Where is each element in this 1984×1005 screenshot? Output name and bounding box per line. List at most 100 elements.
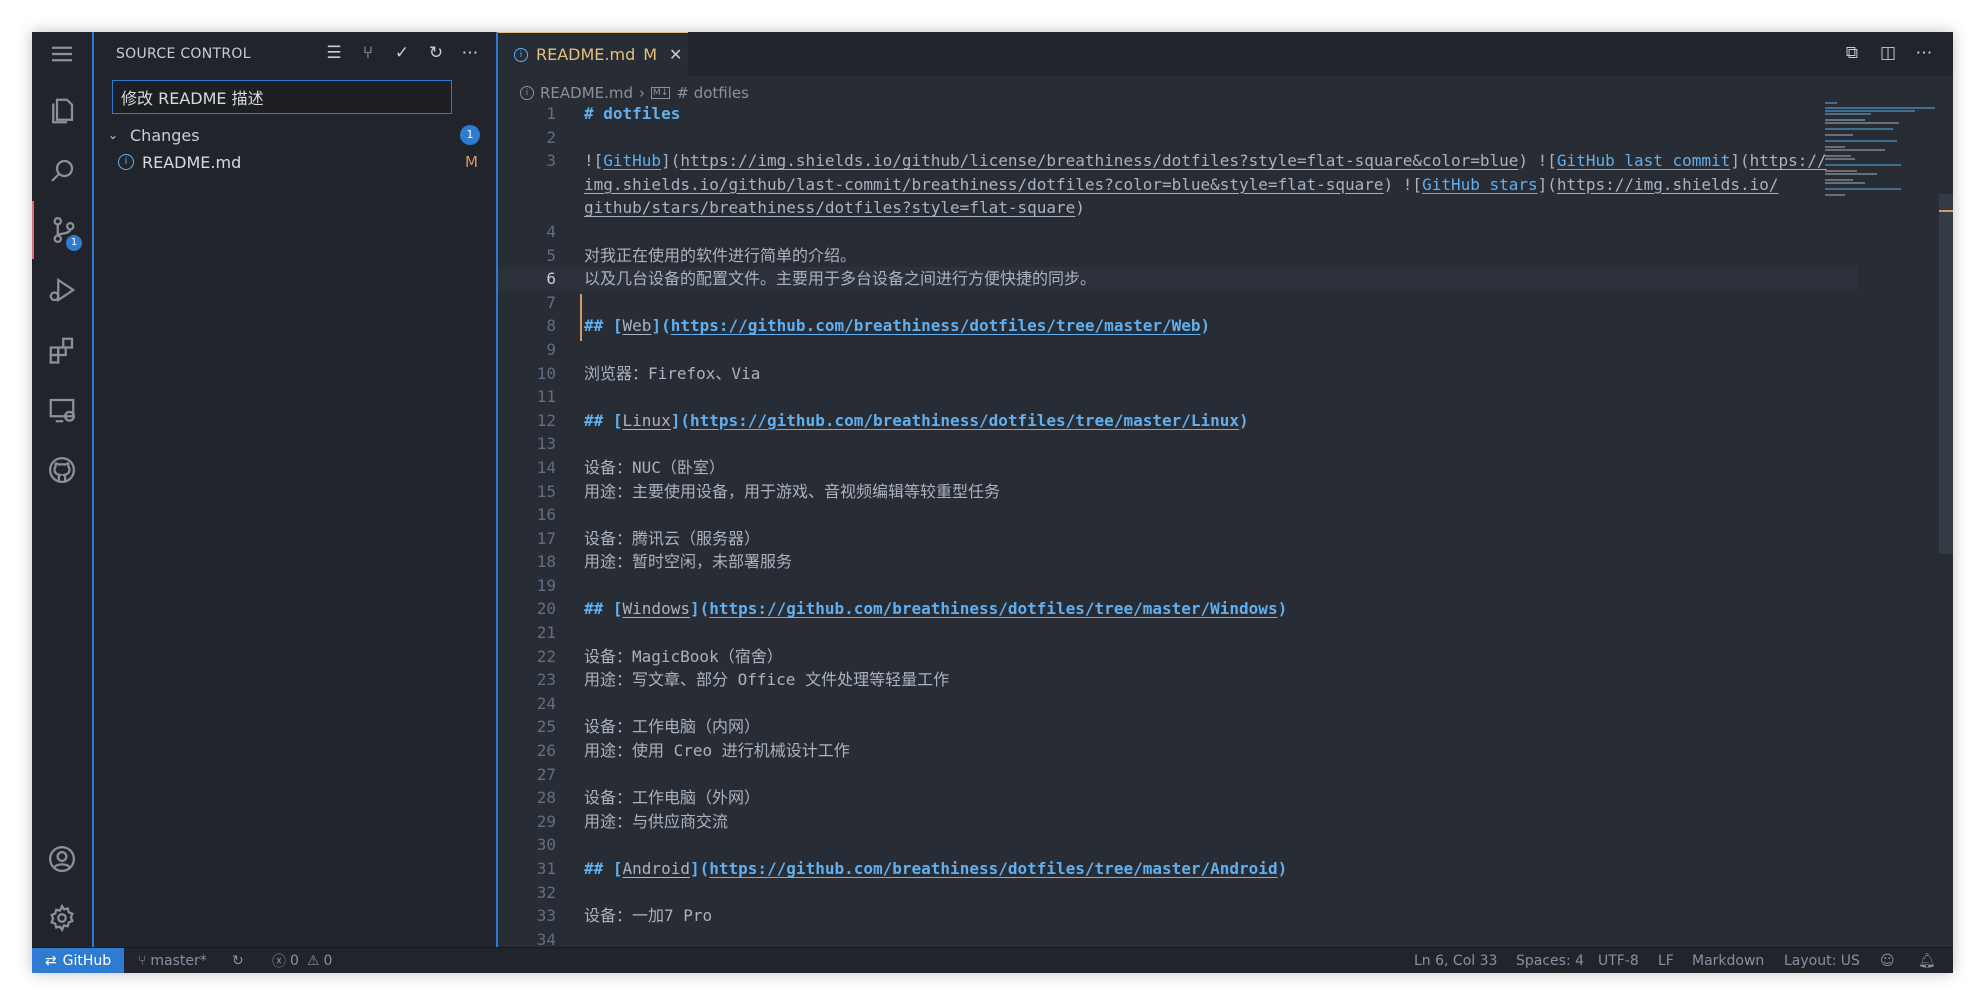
code-line[interactable]: 14 设备：NUC（卧室） [498,456,1858,480]
line-text: 设备：一加7 Pro [584,904,712,928]
code-line[interactable]: 26 用途：使用 Creo 进行机械设计工作 [498,739,1858,763]
remote-explorer-icon[interactable] [32,381,92,439]
cursor-position[interactable]: Ln 6, Col 33 [1414,948,1497,973]
commit-check-icon[interactable]: ✓ [390,41,414,65]
line-number: 25 [536,717,556,737]
refresh-icon[interactable]: ↻ [424,41,448,65]
changes-group-header[interactable]: ⌄ Changes 1 [94,122,496,148]
code-line[interactable]: 31 ## [Android](https://github.com/breath… [498,857,1858,881]
code-line[interactable]: 9 [498,338,1858,362]
minimap[interactable] [1825,100,1937,196]
changed-file-item[interactable]: i README.md M [94,149,496,175]
code-line[interactable]: 2 [498,126,1858,150]
problems-indicator[interactable]: ⓧ 0 ⚠ 0 [272,948,332,973]
indentation[interactable]: Spaces: 4 [1516,948,1584,973]
branch-indicator[interactable]: ⑂ master* [138,948,207,973]
line-number: 10 [536,363,556,383]
remote-indicator[interactable]: ⇄ GitHub [32,948,124,973]
code-line[interactable]: 24 [498,692,1858,716]
code-line[interactable]: 19 [498,574,1858,598]
encoding[interactable]: UTF-8 [1598,948,1639,973]
code-line[interactable]: 29 用途：与供应商交流 [498,810,1858,834]
code-line[interactable]: 5 对我正在使用的软件进行简单的介绍。 [498,244,1858,268]
more-actions-icon[interactable]: ⋯ [1913,42,1935,64]
code-line[interactable]: 10 浏览器：Firefox、Via [498,362,1858,386]
code-line[interactable]: 7 [498,291,1858,315]
editor-actions: ⧉ ◫ ⋯ [1841,42,1935,64]
source-control-icon[interactable]: 1 [32,201,94,259]
menu-icon[interactable] [32,32,92,76]
text-token: GitHub stars [1422,174,1538,194]
vertical-scrollbar[interactable] [1939,194,1953,554]
text-token: ) [1075,198,1085,218]
line-text: 用途：暂时空闲，未部署服务 [584,550,792,574]
text-token: ) [1200,316,1211,336]
code-line[interactable]: 15 用途：主要使用设备，用于游戏、音视频编辑等较重型任务 [498,480,1858,504]
code-line[interactable]: 33 设备：一加7 Pro [498,904,1858,928]
code-line[interactable]: 22 设备：MagicBook（宿舍） [498,645,1858,669]
github-icon[interactable] [32,441,92,499]
editor-area[interactable]: i README.md › M↓ # dotfiles 1 # dotfiles 2… [498,76,1953,947]
notifications-bell-icon[interactable]: 🔔︎ [1918,948,1936,973]
account-icon[interactable] [32,830,92,888]
code-line[interactable]: 11 [498,385,1858,409]
close-icon[interactable]: ✕ [669,45,682,64]
code-line[interactable]: 1 # dotfiles [498,102,1858,126]
code-line[interactable]: 20 ## [Windows](https://github.com/breath… [498,597,1858,621]
code-line[interactable]: 21 [498,621,1858,645]
run-debug-icon[interactable] [32,261,92,319]
warning-icon: ⚠ [306,953,320,969]
link-token: github/stars/breathiness/dotfiles?style=… [584,198,1076,218]
extensions-icon[interactable] [32,321,92,379]
code-line[interactable]: 12 ## [Linux](https://github.com/breathin… [498,409,1858,433]
remote-label: GitHub [62,953,112,969]
code-lines[interactable]: 1 # dotfiles 2 3 ![GitHub](https://img.shiel… [498,102,1858,947]
sync-icon[interactable]: ↻ [232,948,244,973]
code-line[interactable]: 25 设备：工作电脑（内网） [498,715,1858,739]
end-of-line[interactable]: LF [1658,948,1674,973]
code-line[interactable]: 4 [498,220,1858,244]
modified-lines-gutter-marker [580,294,582,341]
code-line[interactable]: 23 用途：写文章、部分 Office 文件处理等轻量工作 [498,668,1858,692]
code-line[interactable]: 30 [498,833,1858,857]
code-line[interactable]: 8 ## [Web](https://github.com/breathiness… [498,314,1858,338]
code-line[interactable]: img.shields.io/github/last-commit/breath… [498,173,1858,197]
settings-gear-icon[interactable] [32,889,92,947]
code-line[interactable]: github/stars/breathiness/dotfiles?style=… [498,196,1858,220]
language-mode[interactable]: Markdown [1692,948,1764,973]
breadcrumb-symbol[interactable]: # dotfiles [676,84,749,102]
code-line[interactable]: 28 设备：工作电脑（外网） [498,786,1858,810]
view-as-tree-icon[interactable]: ☰ [322,41,346,65]
code-line[interactable]: 13 [498,432,1858,456]
keyboard-layout[interactable]: Layout: US [1784,948,1860,973]
code-line[interactable]: 18 用途：暂时空闲，未部署服务 [498,550,1858,574]
explorer-icon[interactable] [32,82,92,140]
code-line[interactable]: 32 [498,881,1858,905]
line-text: # dotfiles [584,102,680,126]
commit-message-input[interactable] [112,80,452,114]
changes-label: Changes [130,125,200,145]
code-line[interactable]: 17 设备：腾讯云（服务器） [498,527,1858,551]
tab-readme[interactable]: i README.md M ✕ [498,32,688,76]
line-text: 对我正在使用的软件进行简单的介绍。 [584,244,856,268]
code-line[interactable]: 27 [498,763,1858,787]
search-icon[interactable] [32,142,92,200]
text-token: 用途：使用 Creo 进行机械设计工作 [584,741,850,761]
text-token: GitHub [603,151,662,171]
code-line[interactable]: 6 以及几台设备的配置文件。主要用于多台设备之间进行方便快捷的同步。 [498,267,1858,291]
more-actions-icon[interactable]: ⋯ [458,41,482,65]
code-line[interactable]: 16 [498,503,1858,527]
feedback-icon[interactable]: ☺ [1880,948,1895,973]
text-token: ) [1277,599,1288,619]
code-line[interactable]: 34 [498,928,1858,947]
code-line[interactable]: 3 ![GitHub](https://img.shields.io/github… [498,149,1858,173]
create-pull-request-icon[interactable]: ⑂ [356,41,380,65]
link-token: https://img.shields.io/ [1556,174,1779,194]
open-preview-icon[interactable]: ⧉ [1841,42,1863,64]
line-text: 用途：与供应商交流 [584,810,728,834]
breadcrumb-file[interactable]: README.md [540,84,633,102]
scrollbar-change-marker [1939,210,1953,228]
split-editor-icon[interactable]: ◫ [1877,42,1899,64]
line-number: 21 [536,623,556,643]
line-number: 26 [536,741,556,761]
